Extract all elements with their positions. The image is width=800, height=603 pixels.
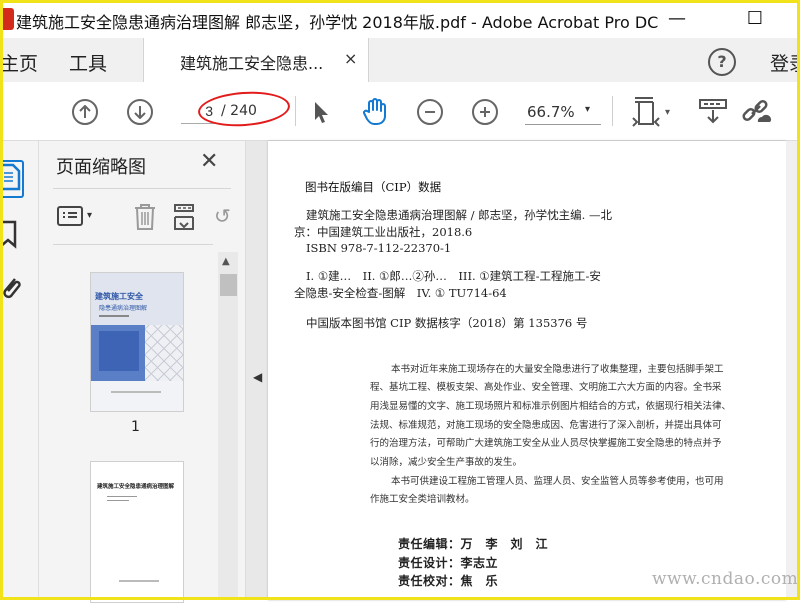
zoom-out-icon: [417, 99, 443, 125]
thumbnail-cover-subtitle: 隐患通病治理图解: [99, 305, 148, 312]
zoom-level-dropdown[interactable]: 66.7%: [527, 103, 575, 121]
thumbnail-scrollbar[interactable]: [218, 252, 238, 600]
page-thumbnail-2[interactable]: 建筑施工安全隐患通病治理图解: [90, 461, 184, 603]
select-tool-button[interactable]: [310, 84, 332, 140]
left-navigation-rail: [0, 141, 39, 600]
abstract-line: 本书对近年来施工现场存在的大量安全隐患进行了收集整理，主要包括脚手架工: [391, 364, 724, 375]
tab-document[interactable]: 建筑施工安全隐患... ×: [143, 38, 369, 82]
hand-tool-button[interactable]: [360, 84, 390, 140]
cip-line: 中国版本图书馆 CIP 数据核字（2018）第 135376 号: [306, 316, 588, 330]
page-thumbnail-1[interactable]: 建筑施工安全 隐患通病治理图解: [90, 272, 184, 412]
hand-icon: [363, 98, 386, 125]
abstract-line: 行的治理方法，可帮助广大建筑施工安全从业人员尽快掌握施工安全隐患的特点并予: [370, 438, 722, 449]
cip-line: 全隐患-安全检查-图解 IV. ① TU714-64: [294, 286, 507, 300]
cip-line: ISBN 978-7-112-22370-1: [306, 241, 452, 255]
title-bar: 建筑施工安全隐患通病治理图解 郎志坚，孙学忱 2018年版.pdf - Adob…: [0, 0, 800, 38]
window-title: 建筑施工安全隐患通病治理图解 郎志坚，孙学忱 2018年版.pdf - Adob…: [16, 13, 659, 32]
credit-editor: 责任编辑：万 李 刘 江: [398, 537, 549, 551]
abstract-line: 程、基坑工程、模板支架、高处作业、安全管理、文明施工六大方面的内容。全书采: [370, 382, 722, 393]
next-page-button[interactable]: [127, 84, 153, 140]
page-fit-button[interactable]: ▾: [628, 84, 674, 140]
next-page-icon: [127, 99, 153, 125]
select-arrow-icon: [315, 102, 328, 123]
toolbar: ▾: [0, 84, 800, 141]
zoom-in-button[interactable]: [472, 84, 498, 140]
scroll-up-icon[interactable]: ▲: [222, 256, 230, 267]
zoom-in-icon: [472, 99, 498, 125]
cip-line: I. ①建… II. ①郎…②孙… III. ①建筑工程-工程施工-安: [306, 269, 601, 283]
read-mode-button[interactable]: [697, 84, 729, 140]
page-fit-icon: [632, 97, 660, 127]
panel-close-icon[interactable]: ✕: [200, 149, 218, 174]
tab-close-icon[interactable]: ×: [344, 49, 357, 68]
scroll-thumb[interactable]: [220, 274, 237, 296]
cip-line: 建筑施工安全隐患通病治理图解 / 郎志坚，孙学忱主编. —北: [306, 208, 612, 222]
watermark: www.cndao.com: [652, 569, 799, 589]
credit-proofreader: 责任校对：焦 乐: [398, 574, 499, 588]
collapse-panel-icon[interactable]: ◀: [253, 370, 262, 384]
zoom-out-button[interactable]: [417, 84, 443, 140]
minimize-button[interactable]: —: [657, 4, 697, 34]
tab-bar: 主页 工具 建筑施工安全隐患... × ? 登录: [0, 38, 800, 83]
abstract-line: 用浅显易懂的文字、施工现场照片和标准示例图片相结合的方式，依据现行相关法律、: [370, 401, 732, 412]
chevron-down-icon[interactable]: ▾: [585, 104, 590, 115]
cip-line: 京：中国建筑工业出版社，2018.6: [294, 225, 473, 239]
bookmark-icon[interactable]: [0, 220, 26, 250]
tab-document-label: 建筑施工安全隐患...: [180, 54, 324, 73]
thumbnail-2-title: 建筑施工安全隐患通病治理图解: [97, 484, 175, 490]
prev-page-icon: [72, 99, 98, 125]
credit-designer: 责任设计：李志立: [398, 556, 499, 570]
prev-page-button[interactable]: [72, 84, 98, 140]
abstract-line: 法规、标准规范，对施工现场的安全隐患成因、危害进行了深入剖析，并提出具体可: [370, 420, 722, 431]
document-scrollbar[interactable]: [786, 141, 800, 600]
attachment-icon[interactable]: [0, 275, 26, 305]
abstract-line: 本书可供建设工程施工管理人员、监理人员、安全监管人员等参考使用，也可用: [391, 476, 724, 487]
trash-icon[interactable]: [133, 203, 157, 231]
panel-title: 页面缩略图: [56, 157, 146, 178]
tab-home[interactable]: 主页: [0, 49, 38, 76]
thumbnail-options-icon[interactable]: [57, 206, 83, 226]
signin-button[interactable]: 登录: [770, 49, 800, 76]
cip-heading: 图书在版编目（CIP）数据: [305, 180, 442, 194]
share-link-button[interactable]: [738, 84, 774, 140]
rotate-icon[interactable]: ↺: [214, 204, 231, 228]
page-thumbnails-icon[interactable]: [0, 163, 26, 193]
acrobat-app-icon: [0, 8, 14, 30]
help-icon[interactable]: ?: [708, 48, 736, 76]
extract-pages-icon[interactable]: [172, 203, 198, 231]
abstract-line: 作施工安全类培训教材。: [370, 494, 475, 505]
options-chevron-down-icon[interactable]: ▾: [87, 210, 92, 221]
maximize-button[interactable]: ☐: [735, 4, 775, 34]
tab-tools[interactable]: 工具: [69, 49, 107, 76]
page-thumbnail-label-1: 1: [131, 419, 140, 435]
thumbnail-cover-title: 建筑施工安全: [95, 292, 143, 301]
share-link-icon: [742, 99, 772, 122]
abstract-line: 以消除，减少安全生产事故的发生。: [370, 457, 523, 468]
read-mode-icon: [699, 99, 727, 124]
